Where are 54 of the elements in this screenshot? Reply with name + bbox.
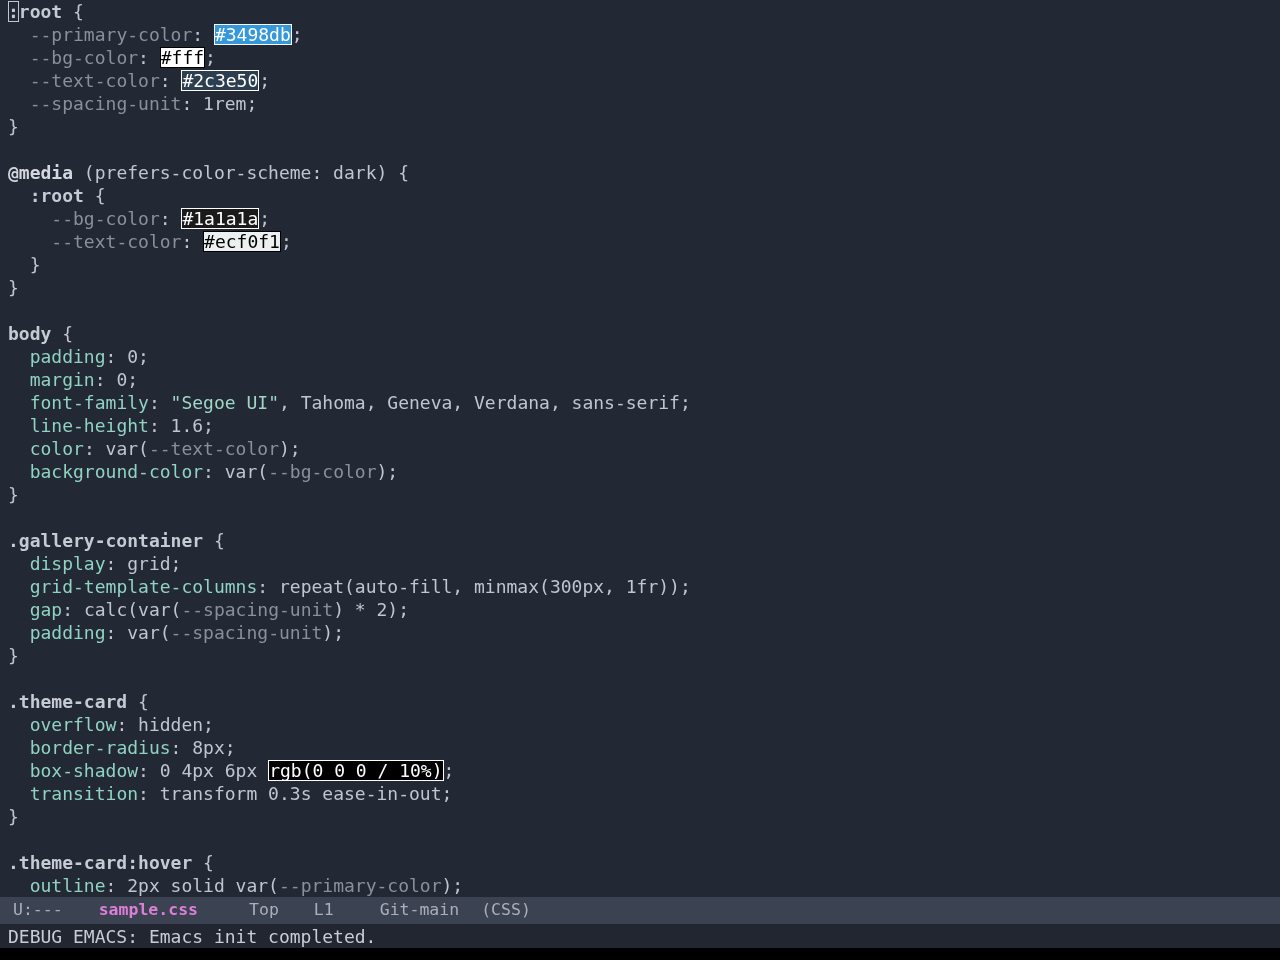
code-text: box-shadow: 0 4px 6px bbox=[29, 759, 259, 783]
code-text: } bbox=[8, 276, 19, 300]
code-text: .theme-card { bbox=[8, 690, 149, 714]
buffer-name: sample.css bbox=[98, 899, 198, 922]
code-text: --bg-color: bbox=[51, 207, 172, 231]
code-text: ; bbox=[259, 69, 271, 93]
code-text: color: var(--text-color); bbox=[29, 437, 301, 461]
code-text: } bbox=[8, 644, 19, 668]
code-text: root { bbox=[18, 0, 84, 24]
code-text: grid-template-columns: repeat(auto-fill, minmax(300px, 1fr)); bbox=[29, 575, 691, 599]
git-branch: Git-main bbox=[379, 899, 460, 922]
code-text: .theme-card:hover { bbox=[8, 851, 214, 875]
code-text: --primary-color: bbox=[29, 23, 205, 47]
code-text: ; bbox=[291, 23, 303, 47]
code-text: } bbox=[8, 115, 19, 139]
color-value-highlight: rgb(0 0 0 / 10%) bbox=[268, 760, 444, 781]
code-text: line-height: 1.6; bbox=[29, 414, 214, 438]
code-text: display: grid; bbox=[29, 552, 182, 576]
code-text: --spacing-unit: 1rem; bbox=[29, 92, 258, 116]
code-text: transition: transform 0.3s ease-in-out; bbox=[29, 782, 453, 806]
code-text: ; bbox=[280, 230, 292, 254]
code-text: font-family: "Segoe UI", Tahoma, Geneva, Verdana, sans-serif; bbox=[29, 391, 691, 415]
color-value-highlight: #3498db bbox=[213, 24, 292, 45]
code-text: ; bbox=[205, 46, 216, 70]
code-text: gap: calc(var(--spacing-unit) * 2); bbox=[29, 598, 409, 622]
code-text: ; bbox=[259, 207, 271, 231]
echo-area-message: DEBUG EMACS: Emacs init completed. bbox=[8, 924, 377, 949]
buffer-status: U:--- bbox=[13, 899, 63, 922]
code-text: overflow: hidden; bbox=[29, 713, 214, 737]
code-text: border-radius: 8px; bbox=[29, 736, 236, 760]
code-text: } bbox=[8, 483, 19, 507]
code-text: padding: 0; bbox=[29, 345, 149, 369]
line-number: L1 bbox=[313, 899, 334, 922]
code-text: @media (prefers-color-scheme: dark) { bbox=[8, 161, 409, 185]
code-text: } bbox=[8, 805, 19, 829]
code-text: outline: 2px solid var(--primary-color); bbox=[29, 874, 464, 898]
scroll-position: Top bbox=[249, 899, 279, 922]
code-text: --bg-color: bbox=[29, 46, 150, 70]
code-text: padding: var(--spacing-unit); bbox=[29, 621, 344, 645]
code-text: } bbox=[29, 253, 41, 277]
text-cursor: : bbox=[8, 1, 19, 22]
code-text: --text-color: bbox=[29, 69, 172, 93]
color-value-highlight: #ecf0f1 bbox=[203, 231, 281, 252]
code-text: margin: 0; bbox=[29, 368, 139, 392]
code-text: background-color: var(--bg-color); bbox=[29, 460, 399, 484]
color-value-highlight: #2c3e50 bbox=[181, 70, 260, 91]
code-text: .gallery-container { bbox=[8, 529, 225, 553]
color-value-highlight: #fff bbox=[159, 47, 206, 68]
major-mode: (CSS) bbox=[481, 899, 531, 922]
code-text: ; bbox=[443, 759, 455, 783]
code-text: :root { bbox=[29, 184, 106, 208]
code-text: --text-color: bbox=[51, 230, 194, 254]
color-value-highlight: #1a1a1a bbox=[181, 208, 260, 229]
code-text: body { bbox=[8, 322, 74, 346]
